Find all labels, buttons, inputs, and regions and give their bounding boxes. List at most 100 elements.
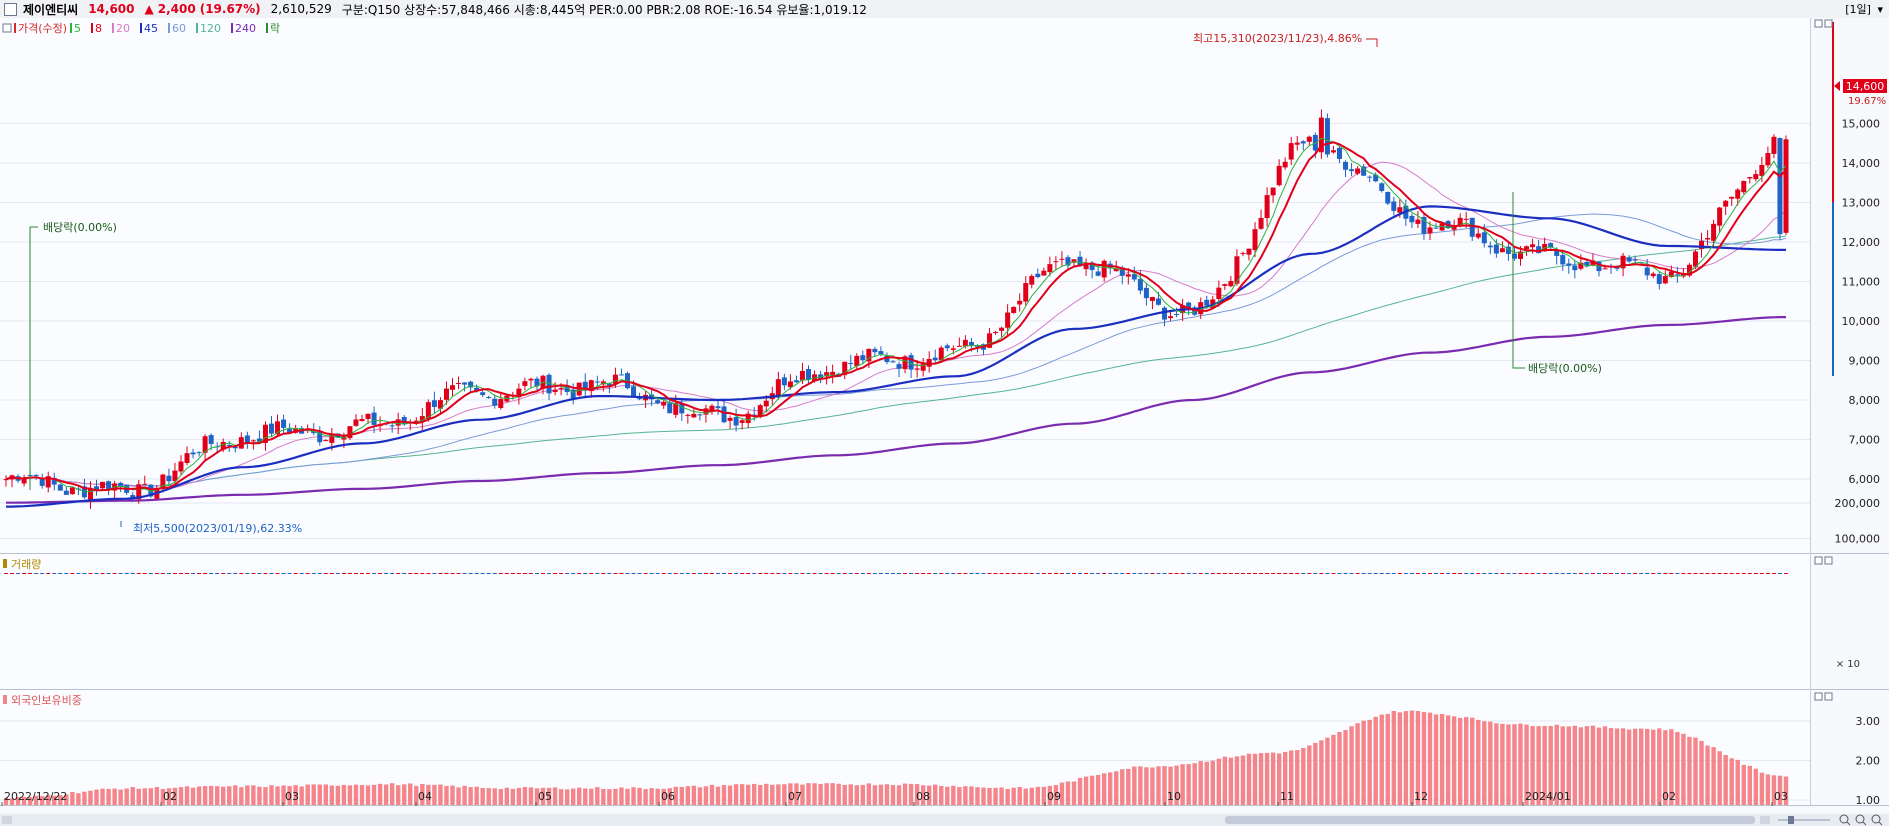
foreign-ratio-bar [764, 783, 769, 805]
foreign-ratio-bar [969, 786, 974, 805]
foreign-ratio-bar [311, 784, 316, 805]
candle-body [1632, 259, 1638, 261]
candle-body [1662, 276, 1668, 284]
foreign-ratio-bar [782, 784, 787, 805]
foreign-ratio-bar [1747, 765, 1752, 805]
foreign-axis-labels: 1.00 2.00 3.00 [1856, 715, 1881, 807]
foreign-ratio-bar [824, 783, 829, 805]
x-axis-label: 12 [1414, 790, 1428, 803]
candle-body [365, 413, 371, 419]
foreign-ratio-bar [112, 788, 117, 805]
scroll-left-icon[interactable] [2, 816, 12, 824]
foreign-ratio-bar [202, 786, 208, 805]
legend-item: 45 [144, 22, 158, 35]
candle-body [1041, 270, 1047, 276]
foreign-ratio-bar [1512, 724, 1517, 805]
stock-name[interactable]: 제이엔티씨 [23, 1, 78, 18]
price-panel[interactable] [0, 18, 1810, 553]
foreign-ratio-bar [1464, 717, 1469, 805]
candle-body [63, 490, 69, 495]
candle-body [389, 425, 395, 427]
close-icon[interactable] [1824, 692, 1833, 701]
candle-body [178, 461, 184, 472]
maximize-icon[interactable] [1814, 692, 1823, 701]
foreign-ratio-bar [299, 786, 304, 805]
candle-body [1222, 284, 1228, 286]
candle-body [890, 361, 896, 363]
zoom-slider-handle[interactable] [1788, 816, 1794, 824]
candle-body [787, 381, 793, 388]
foreign-ratio-bar [733, 784, 739, 805]
candle-body [142, 483, 148, 485]
foreign-ratio-bar [438, 784, 443, 805]
candle-body [1155, 298, 1161, 305]
candle-body [69, 487, 75, 495]
candle-body [450, 385, 456, 390]
legend-checkbox[interactable] [2, 23, 12, 33]
foreign-ratio-bar [1729, 758, 1734, 805]
foreign-ratio-bar [933, 784, 938, 805]
foreign-ratio-bar [1319, 740, 1324, 805]
x-axis-label: 2024/01 [1525, 790, 1571, 803]
maximize-icon[interactable] [1814, 556, 1823, 565]
foreign-ratio-bar [1313, 742, 1318, 805]
maximize-icon[interactable] [1814, 19, 1823, 28]
volume-multiplier: × 10 [1836, 659, 1860, 670]
foreign-ratio-bar [685, 786, 691, 805]
foreign-ratio-bar [564, 789, 570, 805]
foreign-ratio-bar [577, 787, 582, 805]
candle-body [1723, 200, 1729, 207]
scroll-right-icon[interactable] [1760, 816, 1770, 824]
volume-panel[interactable] [0, 554, 1810, 689]
candle-body [1336, 147, 1342, 159]
foreign-ratio-bar [456, 787, 461, 805]
foreign-ratio-bar [1144, 767, 1149, 805]
foreign-ratio-bar [1138, 766, 1143, 805]
candle-body [1735, 189, 1741, 199]
foreign-ratio-bar [1759, 772, 1765, 805]
foreign-ratio-bar [558, 789, 564, 805]
candle-body [993, 331, 999, 333]
candle-body [1656, 274, 1662, 284]
x-axis-label: 05 [538, 790, 552, 803]
price-tick-label: 12,000 [1842, 236, 1881, 249]
candle-body [1385, 192, 1391, 204]
candle-body [1397, 207, 1403, 213]
candle-body [1282, 161, 1288, 168]
candle-body [1499, 248, 1505, 253]
candle-body [498, 398, 504, 409]
candle-body [1705, 238, 1711, 240]
candle-body [1270, 187, 1276, 196]
stock-chart[interactable]: 가격(수정) 5 8 20 45 60 120 240 락 최고15,310(2023/11/2… [0, 18, 1889, 826]
candle-body [1741, 180, 1747, 193]
candle-body [431, 400, 437, 407]
foreign-ratio-bar [1295, 750, 1300, 805]
foreign-ratio-bar [1681, 733, 1686, 805]
foreign-ratio-bar [1228, 757, 1234, 805]
candle-body [522, 381, 528, 386]
foreign-ratio-bar [896, 785, 902, 805]
foreign-ratio-bar [1626, 729, 1632, 805]
foreign-ratio-bar [721, 785, 727, 805]
foreign-ratio-bar [136, 788, 141, 805]
foreign-ratio-bar [510, 788, 516, 805]
foreign-ratio-bar [359, 785, 365, 805]
foreign-ratio-bar [727, 785, 733, 805]
dividend-label: 배당락(0.00%) [1528, 362, 1602, 375]
close-icon[interactable] [1824, 556, 1833, 565]
foreign-ratio-bar [1403, 711, 1409, 805]
foreign-ratio-bar [1180, 764, 1185, 805]
candle-body [208, 435, 214, 444]
select-checkbox[interactable] [4, 2, 17, 16]
price-tick-label: 9,000 [1849, 355, 1881, 368]
candle-body [637, 398, 643, 400]
candle-body [1391, 201, 1397, 211]
foreign-ratio-bar [1391, 710, 1396, 805]
scrollbar-thumb[interactable] [1225, 816, 1755, 824]
foreign-ratio-bar [100, 788, 105, 805]
foreign-ratio-bar [812, 783, 817, 805]
foreign-tick-label: 3.00 [1856, 715, 1881, 728]
close-icon[interactable] [1824, 19, 1833, 28]
foreign-ratio-bar [1741, 764, 1746, 805]
period-selector[interactable]: [1일] ▾ [1845, 1, 1883, 17]
